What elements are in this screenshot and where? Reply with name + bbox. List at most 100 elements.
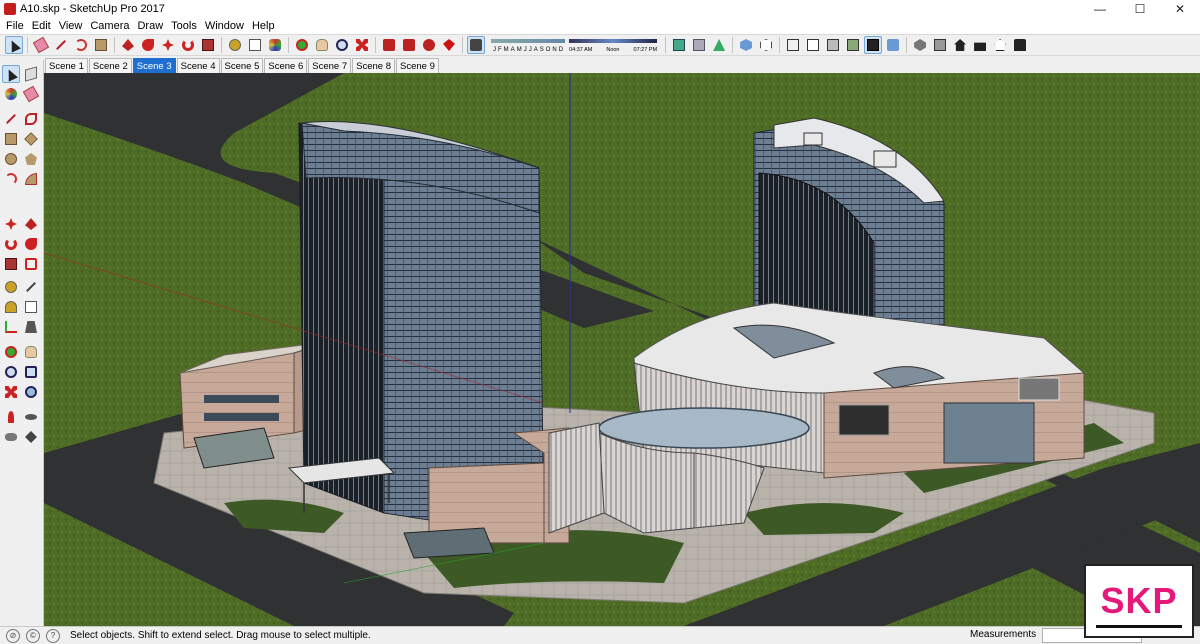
previous-view-button[interactable]	[22, 383, 40, 401]
menu-file[interactable]: File	[2, 20, 28, 32]
top-view-button[interactable]	[931, 36, 949, 54]
instructor-icon[interactable]: ?	[46, 628, 60, 643]
zoom-window-button[interactable]	[22, 363, 40, 381]
warehouse-button[interactable]	[380, 36, 398, 54]
select-tool-button[interactable]	[5, 36, 23, 54]
polygon-tool-button[interactable]	[22, 150, 40, 168]
section-plane-button[interactable]	[22, 428, 40, 446]
look-around-button[interactable]	[22, 408, 40, 426]
line-tool-button[interactable]	[52, 36, 70, 54]
tab-scene-8[interactable]: Scene 8	[352, 58, 395, 73]
tab-scene-5[interactable]: Scene 5	[220, 58, 264, 73]
back-edges-button[interactable]	[757, 36, 775, 54]
tab-scene-3[interactable]: Scene 3	[132, 58, 176, 73]
tab-scene-7[interactable]: Scene 7	[308, 58, 352, 73]
follow-me-button[interactable]	[22, 235, 40, 253]
tab-scene-1[interactable]: Scene 1	[45, 58, 88, 73]
menu-help[interactable]: Help	[248, 20, 279, 32]
shadow-time-slider[interactable]: 04:37 AM Noon 07:27 PM	[567, 37, 659, 53]
credits-icon[interactable]: ©	[26, 628, 40, 643]
tape-measure-button[interactable]	[226, 36, 244, 54]
minimize-button[interactable]: —	[1080, 0, 1120, 18]
section-cut-button[interactable]	[710, 36, 728, 54]
zoom-button[interactable]	[2, 363, 20, 381]
menu-draw[interactable]: Draw	[133, 20, 167, 32]
menu-tools[interactable]: Tools	[167, 20, 201, 32]
position-camera-button[interactable]	[2, 408, 20, 426]
pan-button[interactable]	[313, 36, 331, 54]
offset-tool-button[interactable]	[22, 255, 40, 273]
rectangle-tool-button[interactable]	[2, 130, 20, 148]
scale-tool-button[interactable]	[199, 36, 217, 54]
menu-camera[interactable]: Camera	[86, 20, 133, 32]
style-preset-button[interactable]	[884, 36, 902, 54]
push-pull-button[interactable]	[22, 215, 40, 233]
pie-tool-button[interactable]	[22, 170, 40, 188]
time-end-label: 07:27 PM	[633, 47, 658, 53]
select-tool-button[interactable]	[2, 65, 20, 83]
wireframe-button[interactable]	[784, 36, 802, 54]
orbit-button[interactable]	[2, 343, 20, 361]
rotated-rectangle-button[interactable]	[22, 130, 40, 148]
tab-scene-4[interactable]: Scene 4	[176, 58, 220, 73]
shadow-month-slider[interactable]: J F M A M J J A S O N D	[489, 37, 567, 53]
rotate-tool-button[interactable]	[179, 36, 197, 54]
pan-button[interactable]	[22, 343, 40, 361]
zoom-extents-button[interactable]	[2, 383, 20, 401]
section-display-button[interactable]	[690, 36, 708, 54]
menu-window[interactable]: Window	[201, 20, 248, 32]
rotate-tool-button[interactable]	[2, 235, 20, 253]
axes-tool-button[interactable]	[2, 318, 20, 336]
line-tool-button[interactable]	[2, 110, 20, 128]
left-view-button[interactable]	[1011, 36, 1029, 54]
paint-bucket-button[interactable]	[2, 85, 20, 103]
shadows-toggle-button[interactable]	[467, 36, 485, 54]
hidden-line-button[interactable]	[804, 36, 822, 54]
text-tool-button[interactable]	[22, 298, 40, 316]
text-tool-button[interactable]	[246, 36, 264, 54]
layout-button[interactable]	[440, 36, 458, 54]
section-plane-button[interactable]	[670, 36, 688, 54]
menu-edit[interactable]: Edit	[28, 20, 55, 32]
paint-bucket-button[interactable]	[266, 36, 284, 54]
shaded-button[interactable]	[824, 36, 842, 54]
zoom-extents-button[interactable]	[353, 36, 371, 54]
tab-scene-6[interactable]: Scene 6	[264, 58, 308, 73]
follow-me-button[interactable]	[139, 36, 157, 54]
geo-location-icon[interactable]: ⊘	[6, 628, 20, 643]
menu-view[interactable]: View	[55, 20, 87, 32]
arc-tool-button[interactable]	[2, 170, 20, 188]
shape-tool-button[interactable]	[92, 36, 110, 54]
move-tool-button[interactable]	[2, 215, 20, 233]
freehand-tool-button[interactable]	[22, 110, 40, 128]
model-viewport[interactable]	[44, 73, 1200, 626]
protractor-button[interactable]	[2, 298, 20, 316]
3d-text-button[interactable]	[22, 318, 40, 336]
zoom-button[interactable]	[333, 36, 351, 54]
push-pull-button[interactable]	[119, 36, 137, 54]
tab-scene-2[interactable]: Scene 2	[88, 58, 132, 73]
circle-tool-button[interactable]	[2, 150, 20, 168]
xray-style-button[interactable]	[737, 36, 755, 54]
iso-view-button[interactable]	[911, 36, 929, 54]
eraser-tool-button[interactable]	[32, 36, 50, 54]
share-model-button[interactable]	[400, 36, 418, 54]
tape-measure-button[interactable]	[2, 278, 20, 296]
close-button[interactable]: ✕	[1160, 0, 1200, 18]
orbit-button[interactable]	[293, 36, 311, 54]
maximize-button[interactable]: ☐	[1120, 0, 1160, 18]
back-view-button[interactable]	[991, 36, 1009, 54]
eraser-tool-button[interactable]	[22, 85, 40, 103]
move-tool-button[interactable]	[159, 36, 177, 54]
walk-button[interactable]	[2, 428, 20, 446]
tab-scene-9[interactable]: Scene 9	[396, 58, 439, 73]
shaded-textures-button[interactable]	[844, 36, 862, 54]
arc-tool-button[interactable]	[72, 36, 90, 54]
front-view-button[interactable]	[951, 36, 969, 54]
extension-warehouse-button[interactable]	[420, 36, 438, 54]
scale-tool-button[interactable]	[2, 255, 20, 273]
monochrome-button[interactable]	[864, 36, 883, 54]
right-view-button[interactable]	[971, 36, 989, 54]
make-component-button[interactable]	[22, 65, 40, 83]
dimension-tool-button[interactable]	[22, 278, 40, 296]
